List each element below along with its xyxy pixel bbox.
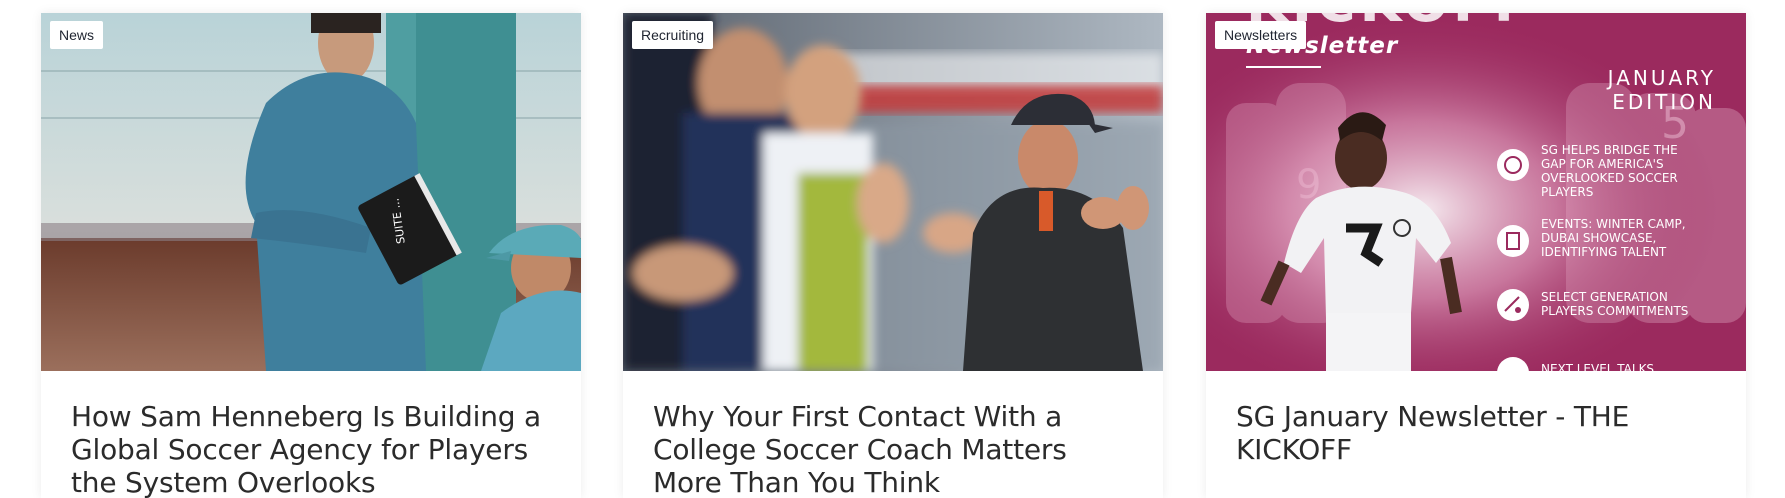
- edition-month: JANUARY: [1606, 66, 1716, 90]
- article-card[interactable]: Recruiting Why Your First Contact With a…: [623, 13, 1163, 498]
- coach-notebook-photo: SUITE ...: [41, 13, 581, 371]
- article-image[interactable]: Recruiting: [623, 13, 1163, 371]
- coach-clapping-photo: [623, 13, 1163, 371]
- svg-text:NEXT LEVEL TALKS: NEXT LEVEL TALKS: [1541, 362, 1654, 371]
- soccer-ball-icon: [1497, 149, 1529, 181]
- article-title[interactable]: Why Your First Contact With a College So…: [653, 400, 1138, 498]
- article-image[interactable]: SUITE ... News: [41, 13, 581, 371]
- svg-text:SELECT GENERATION: SELECT GENERATION PLAYERS COMMITMENTS: [1541, 290, 1688, 318]
- article-card[interactable]: 5 9 KICKOFF Newsletter JANUARY EDITION: [1206, 13, 1746, 498]
- article-card-grid: SUITE ... News How Sam Henneberg Is Buil…: [0, 0, 1785, 498]
- category-badge[interactable]: Newsletters: [1215, 21, 1307, 49]
- article-image[interactable]: 5 9 KICKOFF Newsletter JANUARY EDITION: [1206, 13, 1746, 371]
- article-title[interactable]: SG January Newsletter - THE KICKOFF: [1236, 400, 1721, 466]
- category-badge[interactable]: News: [50, 21, 104, 49]
- category-badge[interactable]: Recruiting: [632, 21, 714, 49]
- kick-icon: [1497, 289, 1529, 321]
- article-title[interactable]: How Sam Henneberg Is Building a Global S…: [71, 400, 556, 498]
- document-icon: [1497, 225, 1529, 257]
- article-card[interactable]: SUITE ... News How Sam Henneberg Is Buil…: [41, 13, 581, 498]
- edition-label: EDITION: [1612, 90, 1716, 114]
- newsletter-graphic: 5 9 KICKOFF Newsletter JANUARY EDITION: [1206, 13, 1746, 371]
